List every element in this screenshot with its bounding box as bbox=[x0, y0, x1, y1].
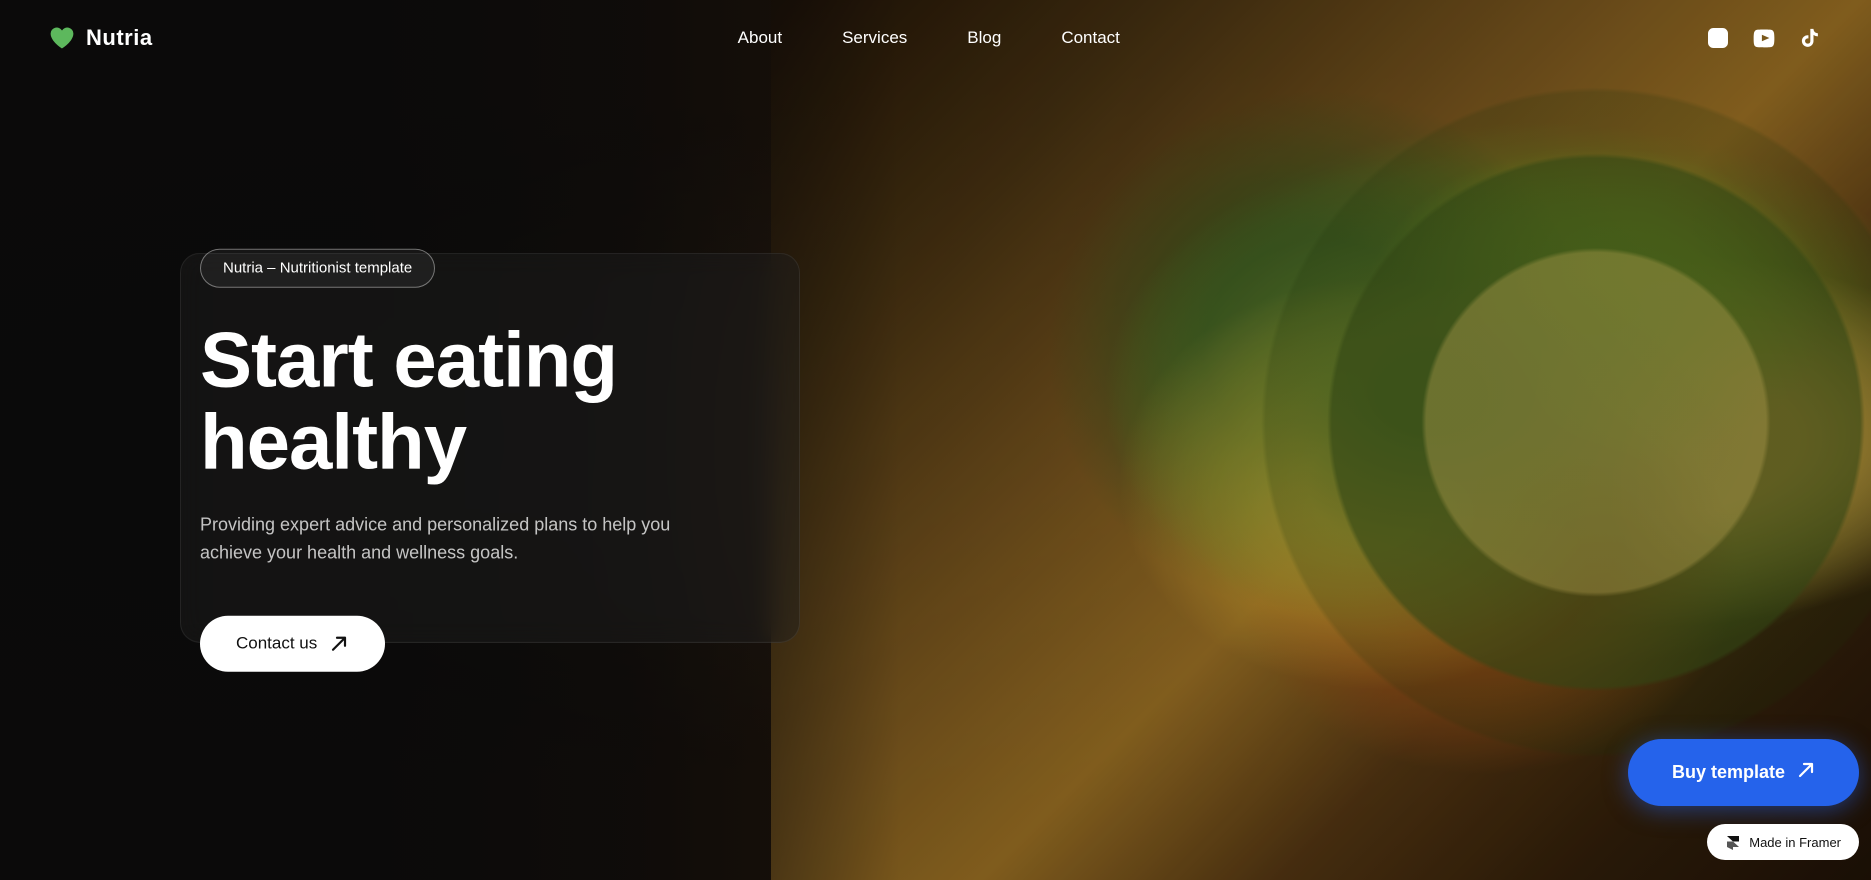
buy-template-arrow-icon bbox=[1797, 761, 1815, 784]
hero-subtitle: Providing expert advice and personalized… bbox=[200, 512, 680, 568]
framer-badge[interactable]: Made in Framer bbox=[1707, 824, 1859, 860]
buy-template-button[interactable]: Buy template bbox=[1628, 739, 1859, 806]
nav-social bbox=[1705, 25, 1823, 51]
hero-badge: Nutria – Nutritionist template bbox=[200, 249, 435, 288]
tiktok-icon[interactable] bbox=[1797, 25, 1823, 51]
heart-icon bbox=[48, 24, 76, 52]
framer-icon bbox=[1725, 834, 1741, 850]
hero-content: Nutria – Nutritionist template Start eat… bbox=[200, 249, 800, 672]
logo[interactable]: Nutria bbox=[48, 24, 153, 52]
navbar: Nutria About Services Blog Contact bbox=[0, 0, 1871, 76]
logo-text: Nutria bbox=[86, 25, 153, 51]
instagram-icon[interactable] bbox=[1705, 25, 1731, 51]
hero-title: Start eating healthy bbox=[200, 320, 800, 484]
nav-blog[interactable]: Blog bbox=[939, 20, 1029, 55]
nav-about[interactable]: About bbox=[710, 20, 810, 55]
youtube-icon[interactable] bbox=[1751, 25, 1777, 51]
nav-contact[interactable]: Contact bbox=[1033, 20, 1148, 55]
nav-services[interactable]: Services bbox=[814, 20, 935, 55]
framer-badge-label: Made in Framer bbox=[1749, 835, 1841, 850]
buy-template-label: Buy template bbox=[1672, 762, 1785, 783]
nav-links: About Services Blog Contact bbox=[710, 28, 1148, 48]
contact-us-button[interactable]: Contact us bbox=[200, 615, 385, 671]
arrow-icon bbox=[329, 633, 349, 653]
contact-us-label: Contact us bbox=[236, 633, 317, 653]
